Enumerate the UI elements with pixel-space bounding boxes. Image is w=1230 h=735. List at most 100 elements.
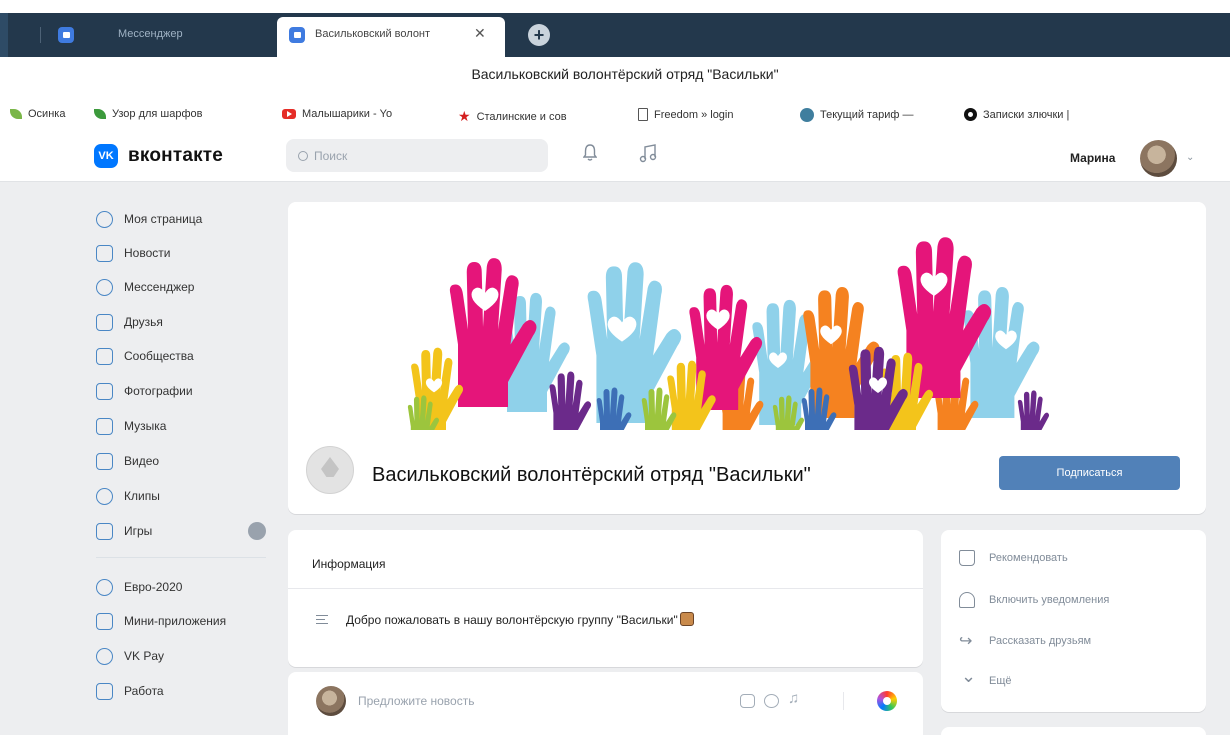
youtube-icon — [282, 109, 296, 119]
messenger-favicon-icon — [58, 27, 74, 43]
games-badge — [248, 522, 266, 540]
bookmark-malyshariki[interactable]: Малышарики - Yo — [282, 108, 392, 120]
bookmark-zapiski[interactable]: Записки злючки | — [964, 108, 1069, 121]
tab-group-page[interactable]: Васильковский волонт ✕ — [277, 17, 505, 62]
nav-item-news[interactable]: Новости — [96, 242, 170, 264]
nav-divider — [96, 557, 266, 558]
nav-label: Видео — [124, 454, 160, 468]
group-avatar[interactable] — [306, 446, 354, 494]
friends-icon — [96, 313, 113, 331]
nav-label: Музыка — [124, 419, 167, 433]
notifications-bell-icon[interactable] — [583, 144, 597, 162]
user-avatar[interactable] — [1140, 140, 1177, 177]
leaf-icon — [94, 109, 106, 119]
search-placeholder: Поиск — [314, 148, 348, 163]
close-tab-icon[interactable]: ✕ — [474, 25, 486, 42]
nav-item-messenger[interactable]: Мессенджер — [96, 276, 194, 298]
action-label: Ещё — [989, 675, 1012, 687]
message-icon — [96, 278, 113, 296]
suggest-news-input[interactable]: Предложите новость — [358, 694, 474, 708]
nav-label: Сообщества — [124, 349, 194, 363]
circle-icon — [964, 108, 977, 121]
vk-logo-icon: VK — [94, 144, 118, 168]
user-name[interactable]: Марина — [1070, 151, 1115, 165]
group-description: Добро пожаловать в нашу волонтёрскую гру… — [346, 612, 694, 627]
photo-icon — [96, 382, 113, 400]
more-action[interactable]: Ещё — [959, 666, 1012, 687]
search-icon — [298, 150, 308, 161]
action-label: Включить уведомления — [989, 594, 1110, 606]
nav-label: Новости — [124, 246, 171, 260]
news-icon — [96, 244, 113, 262]
nav-item-euro-2020[interactable]: Евро-2020 — [96, 576, 182, 598]
document-icon — [638, 108, 648, 121]
music-player-icon[interactable] — [639, 144, 657, 164]
group-cover-image — [288, 202, 1206, 449]
games-icon — [96, 522, 113, 540]
wordpress-icon — [800, 108, 814, 122]
nav-label: Мини-приложения — [124, 614, 227, 628]
nav-item-my-page[interactable]: Моя страница — [96, 208, 202, 230]
nav-item-photos[interactable]: Фотографии — [96, 380, 193, 402]
tell-friends-action[interactable]: Рассказать друзьям — [959, 631, 1091, 651]
vk-logo-text: вконтакте — [128, 145, 224, 166]
music-note-icon[interactable]: ♫ — [788, 690, 803, 707]
nav-label: VK Pay — [124, 649, 165, 663]
nav-label: Мессенджер — [124, 280, 195, 294]
bookmark-label: Осинка — [28, 108, 66, 120]
clips-icon — [96, 487, 113, 505]
subscribe-button[interactable]: Подписаться — [999, 456, 1180, 490]
tab-messenger[interactable]: Мессенджер — [40, 13, 272, 57]
nav-label: Фотографии — [124, 384, 193, 398]
nav-item-communities[interactable]: Сообщества — [96, 345, 194, 367]
bell-icon — [959, 592, 975, 608]
nav-item-games[interactable]: Игры — [96, 520, 152, 542]
chevron-down-icon[interactable]: ⌄ — [1186, 152, 1194, 163]
bookmark-label: Сталинские и сов — [476, 110, 567, 123]
work-icon — [96, 682, 113, 700]
group-header-card: Васильковский волонтёрский отряд "Василь… — [288, 202, 1206, 514]
vkpay-icon — [96, 647, 113, 665]
tab-label: Васильковский волонт — [315, 28, 431, 40]
bookmark-stalin[interactable]: ★ Сталинские и сов — [458, 108, 567, 125]
nav-item-mini-apps[interactable]: Мини-приложения — [96, 610, 226, 632]
info-divider — [288, 588, 923, 589]
nav-item-work[interactable]: Работа — [96, 680, 164, 702]
group-actions-card: Рекомендовать Включить уведомления Расск… — [941, 530, 1206, 712]
group-name: Васильковский волонтёрский отряд "Василь… — [372, 464, 811, 486]
nav-item-friends[interactable]: Друзья — [96, 311, 163, 333]
nav-item-clips[interactable]: Клипы — [96, 485, 160, 507]
enable-notifications-action[interactable]: Включить уведомления — [959, 592, 1109, 608]
bookmark-osinka[interactable]: Осинка — [10, 108, 65, 120]
color-wheel-icon[interactable] — [877, 691, 897, 711]
search-input[interactable]: Поиск — [286, 139, 548, 172]
camera-icon[interactable] — [740, 694, 755, 708]
emoji-icon — [679, 612, 694, 626]
tab-divider — [40, 27, 41, 43]
bookmark-label: Малышарики - Yo — [302, 108, 393, 120]
bookmark-scarf-pattern[interactable]: Узор для шарфов — [94, 108, 203, 120]
video-icon — [96, 452, 113, 470]
recommend-action[interactable]: Рекомендовать — [959, 550, 1068, 566]
bookmark-label: Freedom » login — [654, 108, 734, 121]
nav-item-music[interactable]: Музыка — [96, 415, 166, 437]
bookmark-label: Записки злючки | — [983, 108, 1070, 121]
nav-item-video[interactable]: Видео — [96, 450, 159, 472]
clip-icon[interactable] — [764, 694, 779, 708]
info-card: Информация Добро пожаловать в нашу волон… — [288, 530, 923, 667]
nav-item-vk-pay[interactable]: VK Pay — [96, 645, 164, 667]
group-description-text: Добро пожаловать в нашу волонтёрскую гру… — [346, 613, 678, 627]
action-label: Рекомендовать — [989, 552, 1068, 564]
bookmark-freedom[interactable]: Freedom » login — [638, 108, 734, 121]
bookmark-label: Текущий тариф — — [820, 109, 914, 121]
composer-avatar — [316, 686, 346, 716]
leaf-icon — [10, 109, 22, 119]
browser-tab-strip: Мессенджер Васильковский волонт ✕ + — [0, 0, 1230, 62]
nav-label: Клипы — [124, 489, 160, 503]
new-tab-button[interactable]: + — [528, 24, 550, 46]
nav-label: Игры — [124, 524, 153, 538]
vk-logo[interactable]: VK вконтакте — [94, 144, 223, 168]
bookmark-tariff[interactable]: Текущий тариф — — [800, 108, 913, 122]
apps-icon — [96, 612, 113, 630]
vk-favicon-icon — [289, 27, 305, 43]
